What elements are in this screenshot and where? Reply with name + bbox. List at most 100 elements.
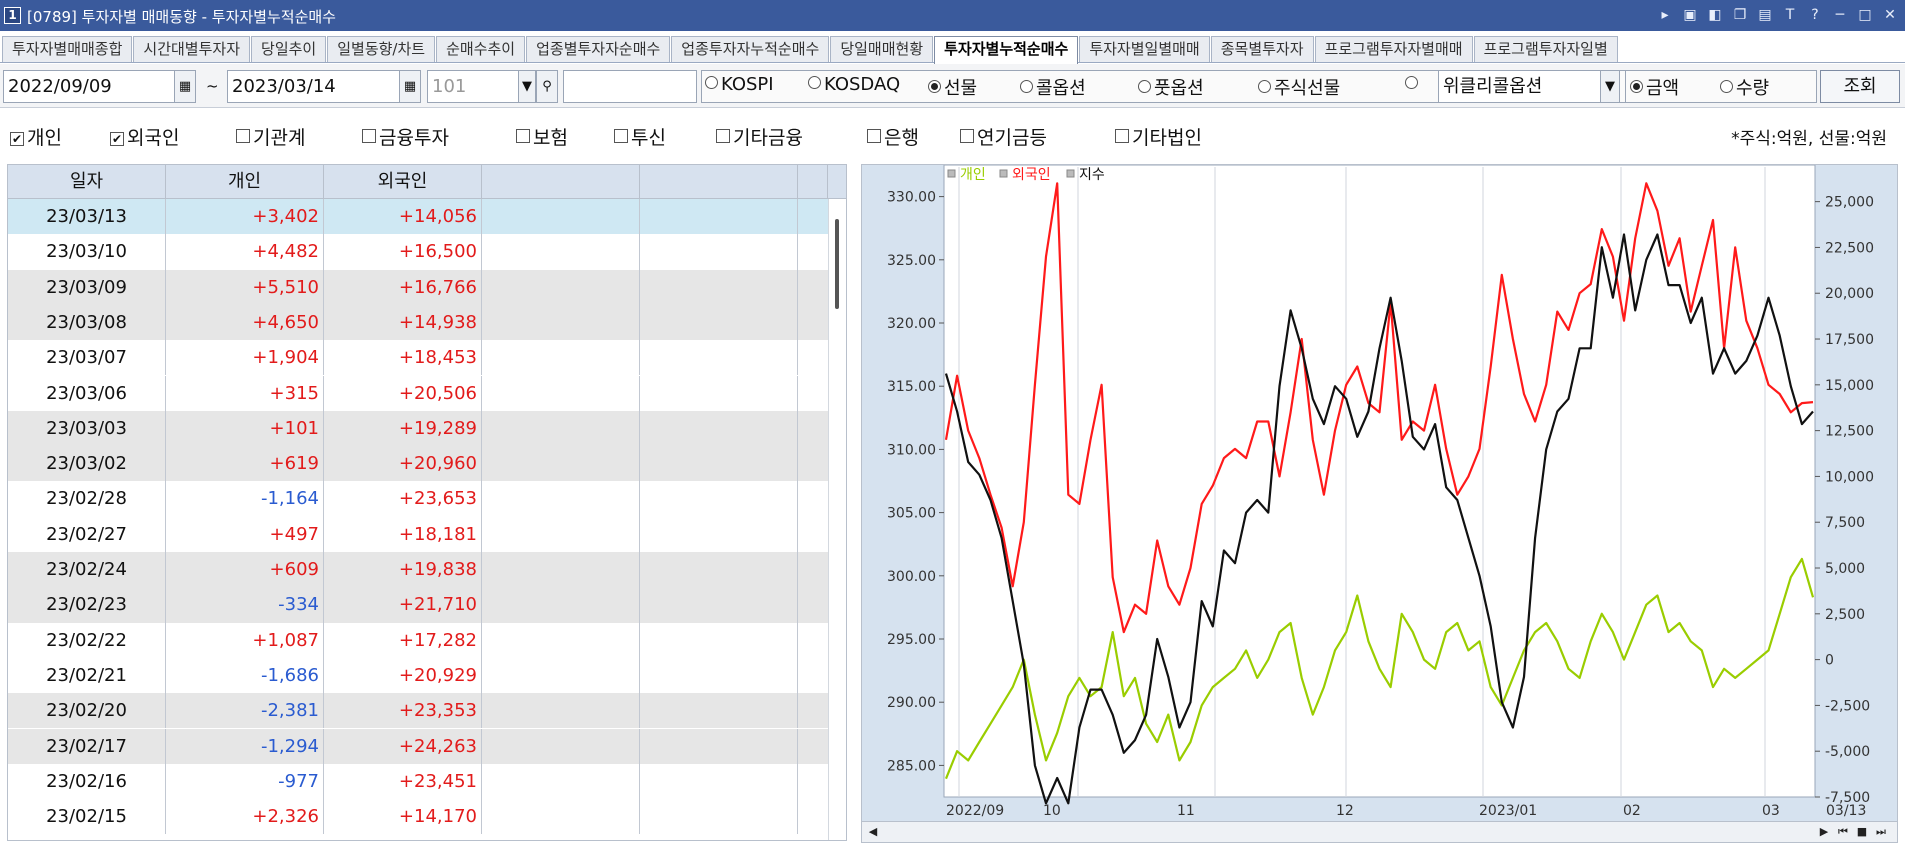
scroll-left-icon[interactable]: ◀ xyxy=(864,824,882,840)
tab-8[interactable]: 당일매매현황 xyxy=(830,36,934,62)
filter-checkbox-4[interactable]: 금융투자 xyxy=(362,123,449,150)
radio-quantity[interactable]: 수량 xyxy=(1720,74,1769,100)
maximize-icon[interactable]: □ xyxy=(1856,5,1874,25)
row-individual: +1,087 xyxy=(166,622,324,658)
scroll-last-icon[interactable]: ⏭ xyxy=(1872,824,1890,840)
tab-6[interactable]: 업종별투자자순매수 xyxy=(526,36,671,62)
screen-icon[interactable]: ▣ xyxy=(1681,5,1699,25)
filter-label: 연기금등 xyxy=(977,127,1047,149)
table-row[interactable]: 23/02/28 -1,164 +23,653 xyxy=(8,481,828,517)
tab-3[interactable]: 당일추이 xyxy=(251,36,327,62)
column-header-individual[interactable]: 개인 xyxy=(166,165,324,199)
radio-dot xyxy=(928,80,941,93)
tab-2[interactable]: 시간대별투자자 xyxy=(133,36,251,62)
tab-5[interactable]: 순매수추이 xyxy=(436,36,526,62)
table-row[interactable]: 23/02/15 +2,326 +14,170 xyxy=(8,799,828,835)
table-row[interactable]: 23/03/08 +4,650 +14,938 xyxy=(8,304,828,341)
filter-checkbox-2[interactable]: ✔ 외국인 xyxy=(110,123,179,150)
table-row[interactable]: 23/02/27 +497 +18,181 xyxy=(8,516,828,552)
weekly-dropdown-icon[interactable]: ▼ xyxy=(1600,70,1620,103)
row-empty xyxy=(798,517,828,552)
start-date-input[interactable]: 2022/09/09 xyxy=(3,70,175,103)
end-date-input[interactable]: 2023/03/14 xyxy=(227,70,401,103)
tab-11[interactable]: 종목별투자자 xyxy=(1210,36,1314,62)
row-empty xyxy=(482,410,640,447)
font-size-icon[interactable]: T xyxy=(1781,5,1799,25)
table-row[interactable]: 23/02/16 -977 +23,451 xyxy=(8,763,828,800)
row-individual: +619 xyxy=(166,446,324,482)
radio-quantity-label: 수량 xyxy=(1736,78,1770,99)
row-empty xyxy=(482,728,640,764)
scrollbar-thumb[interactable] xyxy=(835,219,839,309)
row-date: 23/03/02 xyxy=(8,446,166,482)
row-empty xyxy=(482,375,640,411)
minimize-icon[interactable]: ─ xyxy=(1831,5,1849,25)
scroll-first-icon[interactable]: ⏮ xyxy=(1834,824,1852,840)
tab-13[interactable]: 프로그램투자자일별 xyxy=(1473,36,1618,62)
row-empty xyxy=(482,552,640,588)
stop-icon[interactable]: ■ xyxy=(1853,824,1871,840)
tab-1[interactable]: 투자자별매매종합 xyxy=(2,36,133,62)
table-row[interactable]: 23/03/07 +1,904 +18,453 xyxy=(8,340,828,376)
filter-checkbox-9[interactable]: 연기금등 xyxy=(960,123,1047,150)
radio-amount[interactable]: 금액 xyxy=(1630,74,1679,100)
table-row[interactable]: 23/03/09 +5,510 +16,766 xyxy=(8,269,828,305)
filter-checkbox-7[interactable]: 기타금융 xyxy=(716,123,803,150)
tab-10[interactable]: 투자자별일별매매 xyxy=(1079,36,1210,62)
close-icon[interactable]: ✕ xyxy=(1881,5,1899,25)
row-foreign: +21,710 xyxy=(324,587,482,623)
radio-dot xyxy=(1138,80,1151,93)
row-individual: -977 xyxy=(166,763,324,800)
table-row[interactable]: 23/02/22 +1,087 +17,282 xyxy=(8,622,828,658)
start-calendar-icon[interactable]: ▦ xyxy=(174,70,196,103)
weekly-option-select[interactable]: 위클리콜옵션 xyxy=(1438,70,1603,103)
tab-7[interactable]: 업종투자자누적순매수 xyxy=(671,36,830,62)
x-axis-label: 2023/01 xyxy=(1479,803,1537,819)
radio-kospi[interactable]: KOSPI xyxy=(705,74,774,95)
link-arrow-icon[interactable]: ▸ xyxy=(1656,5,1674,25)
help-icon[interactable]: ? xyxy=(1806,5,1824,25)
table-scrollbar[interactable] xyxy=(828,199,846,840)
window-controls: ▸ ▣ ◧ ❐ ▤ T ? ─ □ ✕ xyxy=(1656,5,1899,25)
table-row[interactable]: 23/03/02 +619 +20,960 xyxy=(8,446,828,482)
column-header-foreign[interactable]: 외국인 xyxy=(324,165,482,199)
radio-call-option[interactable]: 콜옵션 xyxy=(1020,74,1086,100)
code-dropdown-icon[interactable]: ▼ xyxy=(518,70,536,103)
filter-checkbox-5[interactable]: 보험 xyxy=(516,123,568,150)
table-row[interactable]: 23/02/21 -1,686 +20,929 xyxy=(8,657,828,694)
search-icon[interactable]: ⚲ xyxy=(536,70,558,103)
chart-scrollbar[interactable]: ◀ ▶ ⏮ ■ ⏭ xyxy=(862,821,1897,842)
filter-checkbox-6[interactable]: 투신 xyxy=(614,123,666,150)
table-row[interactable]: 23/03/13 +3,402 +14,056 xyxy=(8,199,828,235)
table-row[interactable]: 23/03/06 +315 +20,506 xyxy=(8,375,828,411)
scroll-right-icon[interactable]: ▶ xyxy=(1815,824,1833,840)
row-foreign: +23,353 xyxy=(324,693,482,729)
copy-window-icon[interactable]: ❐ xyxy=(1731,5,1749,25)
radio-kosdaq[interactable]: KOSDAQ xyxy=(808,74,900,95)
checkbox-icon xyxy=(236,129,250,143)
radio-futures[interactable]: 선물 xyxy=(928,74,977,100)
column-header-date[interactable]: 일자 xyxy=(8,165,166,199)
tab-4[interactable]: 일별동향/차트 xyxy=(327,36,436,62)
table-row[interactable]: 23/03/10 +4,482 +16,500 xyxy=(8,234,828,270)
table-row[interactable]: 23/02/24 +609 +19,838 xyxy=(8,552,828,588)
table-row[interactable]: 23/02/17 -1,294 +24,263 xyxy=(8,728,828,764)
radio-put-option[interactable]: 풋옵션 xyxy=(1138,74,1204,100)
table-row[interactable]: 23/02/23 -334 +21,710 xyxy=(8,587,828,623)
code-input[interactable]: 101 xyxy=(427,70,522,103)
radio-weekly[interactable] xyxy=(1405,74,1421,95)
layout-icon[interactable]: ◧ xyxy=(1706,5,1724,25)
search-field[interactable] xyxy=(563,70,697,103)
query-button[interactable]: 조회 xyxy=(1820,70,1900,103)
filter-checkbox-1[interactable]: ✔ 개인 xyxy=(10,123,62,150)
filter-checkbox-8[interactable]: 은행 xyxy=(867,123,919,150)
radio-stock-futures[interactable]: 주식선물 xyxy=(1258,74,1340,100)
tab-12[interactable]: 프로그램투자자별매매 xyxy=(1314,36,1473,62)
tab-9[interactable]: 투자자별누적순매수 xyxy=(934,36,1079,64)
end-calendar-icon[interactable]: ▦ xyxy=(399,70,421,103)
filter-checkbox-3[interactable]: 기관계 xyxy=(236,123,305,150)
lock-icon[interactable]: ▤ xyxy=(1756,5,1774,25)
filter-checkbox-10[interactable]: 기타법인 xyxy=(1115,123,1202,150)
table-row[interactable]: 23/02/20 -2,381 +23,353 xyxy=(8,693,828,729)
table-row[interactable]: 23/03/03 +101 +19,289 xyxy=(8,410,828,447)
